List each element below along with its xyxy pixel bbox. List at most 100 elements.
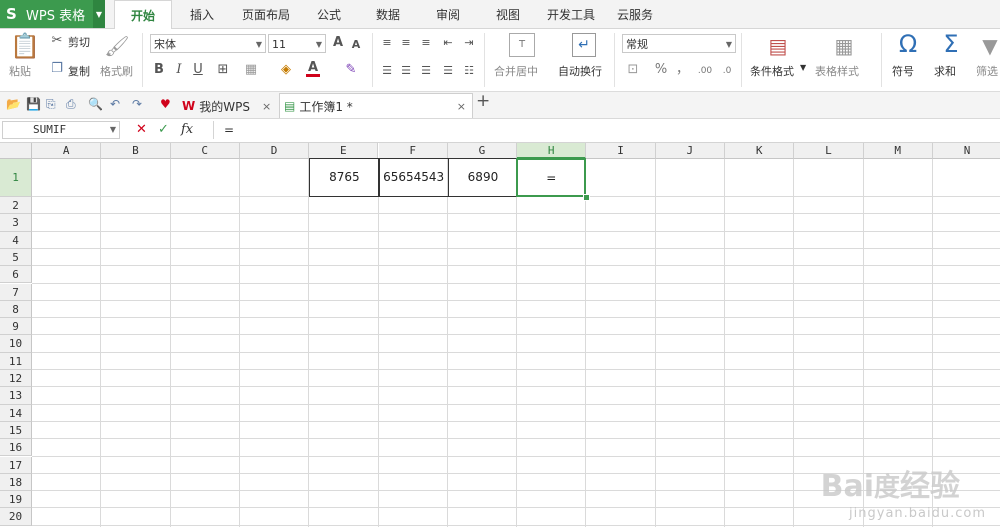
- row-header-9[interactable]: 9: [0, 318, 32, 336]
- border-icon[interactable]: ⊞: [214, 62, 232, 78]
- merge-center-button[interactable]: 合并居中: [494, 63, 538, 79]
- save-icon[interactable]: 💾: [26, 97, 41, 111]
- row-header-20[interactable]: 20: [0, 508, 32, 526]
- column-header-k[interactable]: K: [725, 143, 795, 159]
- format-painter-icon[interactable]: 🖌: [104, 33, 130, 59]
- align-middle-icon[interactable]: ≡: [399, 35, 413, 51]
- justify-icon[interactable]: ☰: [441, 63, 455, 79]
- column-header-i[interactable]: I: [586, 143, 656, 159]
- table-style-button[interactable]: 表格样式: [815, 63, 859, 79]
- italic-button[interactable]: I: [172, 62, 186, 78]
- cell-e1[interactable]: 8765: [309, 158, 380, 197]
- align-center-icon[interactable]: ☰: [399, 63, 413, 79]
- cancel-formula-icon[interactable]: ✕: [136, 122, 147, 138]
- column-header-f[interactable]: F: [378, 143, 448, 159]
- sigma-sum-icon[interactable]: Σ: [938, 31, 964, 57]
- percent-button[interactable]: %: [654, 62, 668, 78]
- omega-symbol-icon[interactable]: Ω: [895, 31, 921, 57]
- comma-button[interactable]: ，: [676, 62, 689, 78]
- column-header-d[interactable]: D: [239, 143, 310, 159]
- export-pdf-icon[interactable]: ⎘: [46, 97, 56, 111]
- copy-button[interactable]: 复制: [68, 63, 90, 79]
- increase-indent-icon[interactable]: ⇥: [462, 35, 476, 51]
- column-header-b[interactable]: B: [101, 143, 171, 159]
- currency-icon[interactable]: ⊡: [624, 62, 642, 78]
- formula-input[interactable]: =: [213, 121, 998, 139]
- tab-developer[interactable]: 开发工具: [541, 0, 601, 28]
- column-header-a[interactable]: A: [32, 143, 102, 159]
- column-header-n[interactable]: N: [932, 143, 1000, 159]
- row-header-19[interactable]: 19: [0, 491, 32, 509]
- tab-view[interactable]: 视图: [484, 0, 532, 28]
- copy-icon[interactable]: ❐: [49, 61, 65, 77]
- row-header-7[interactable]: 7: [0, 283, 32, 301]
- row-header-16[interactable]: 16: [0, 439, 32, 457]
- customize-icon[interactable]: ♥: [160, 97, 171, 111]
- cell-grid-icon[interactable]: ▦: [242, 62, 260, 78]
- align-left-icon[interactable]: ☰: [380, 63, 394, 79]
- cell-g1[interactable]: 6890: [447, 158, 519, 197]
- row-header-18[interactable]: 18: [0, 473, 32, 492]
- app-dropdown-icon[interactable]: ▼: [93, 0, 105, 28]
- undo-icon[interactable]: ↶: [110, 97, 120, 111]
- row-header-12[interactable]: 12: [0, 370, 32, 388]
- filter-button[interactable]: 筛选: [976, 63, 998, 79]
- column-header-m[interactable]: M: [863, 143, 933, 159]
- row-header-14[interactable]: 14: [0, 404, 32, 422]
- print-preview-icon[interactable]: 🔍: [88, 97, 103, 111]
- merge-center-icon[interactable]: T: [509, 33, 535, 57]
- cell-f1[interactable]: 65654543: [378, 158, 449, 197]
- column-header-g[interactable]: G: [447, 143, 518, 159]
- conditional-format-icon[interactable]: ▤: [766, 33, 790, 59]
- align-right-icon[interactable]: ☰: [419, 63, 433, 79]
- sum-button[interactable]: 求和: [934, 63, 956, 79]
- row-header-17[interactable]: 17: [0, 456, 32, 474]
- column-header-j[interactable]: J: [655, 143, 725, 159]
- row-header-10[interactable]: 10: [0, 335, 32, 353]
- symbol-button[interactable]: 符号: [892, 63, 914, 79]
- grow-font-icon[interactable]: A: [331, 35, 345, 51]
- close-icon[interactable]: ×: [457, 100, 466, 113]
- row-header-13[interactable]: 13: [0, 387, 32, 405]
- column-header-l[interactable]: L: [794, 143, 864, 159]
- row-header-8[interactable]: 8: [0, 300, 32, 319]
- tab-review[interactable]: 审阅: [424, 0, 472, 28]
- paste-label[interactable]: 粘贴: [9, 63, 31, 79]
- bold-button[interactable]: B: [152, 62, 166, 78]
- format-painter-label[interactable]: 格式刷: [100, 63, 133, 79]
- number-format-select[interactable]: 常规 ▼: [622, 34, 736, 53]
- print-icon[interactable]: ⎙: [66, 97, 76, 111]
- shrink-font-icon[interactable]: A: [350, 37, 362, 53]
- column-header-c[interactable]: C: [170, 143, 240, 159]
- doc-tab-my-wps[interactable]: W 我的WPS ×: [182, 94, 277, 118]
- decrease-indent-icon[interactable]: ⇤: [441, 35, 455, 51]
- new-tab-button[interactable]: +: [476, 93, 490, 110]
- wrap-text-button[interactable]: 自动换行: [558, 63, 602, 79]
- filter-icon[interactable]: ▼: [980, 33, 1000, 59]
- clear-format-icon[interactable]: ✎: [342, 62, 360, 78]
- row-header-11[interactable]: 11: [0, 352, 32, 370]
- tab-cloud-service[interactable]: 云服务: [608, 0, 662, 28]
- open-icon[interactable]: 📂: [6, 97, 21, 111]
- row-header-3[interactable]: 3: [0, 214, 32, 232]
- scissors-icon[interactable]: ✂: [49, 33, 65, 49]
- insert-function-icon[interactable]: fx: [181, 122, 193, 138]
- active-cell-h1[interactable]: =: [516, 158, 587, 197]
- tab-insert[interactable]: 插入: [178, 0, 226, 28]
- row-header-5[interactable]: 5: [0, 248, 32, 267]
- doc-tab-workbook1[interactable]: ▤ 工作簿1 * ×: [279, 93, 473, 118]
- row-header-2[interactable]: 2: [0, 197, 32, 215]
- tab-formulas[interactable]: 公式: [306, 0, 352, 28]
- align-bottom-icon[interactable]: ≡: [419, 35, 433, 51]
- redo-icon[interactable]: ↷: [132, 97, 142, 111]
- fill-handle[interactable]: [583, 194, 591, 201]
- font-size-select[interactable]: 11 ▼: [268, 34, 326, 53]
- select-all-corner[interactable]: [0, 143, 32, 159]
- increase-decimal-button[interactable]: .00: [696, 63, 714, 79]
- paste-icon[interactable]: 📋: [10, 33, 40, 59]
- underline-button[interactable]: U: [191, 62, 205, 78]
- confirm-formula-icon[interactable]: ✓: [158, 122, 169, 138]
- fill-color-icon[interactable]: ◈: [277, 62, 295, 78]
- font-name-select[interactable]: 宋体 ▼: [150, 34, 266, 53]
- row-header-4[interactable]: 4: [0, 231, 32, 249]
